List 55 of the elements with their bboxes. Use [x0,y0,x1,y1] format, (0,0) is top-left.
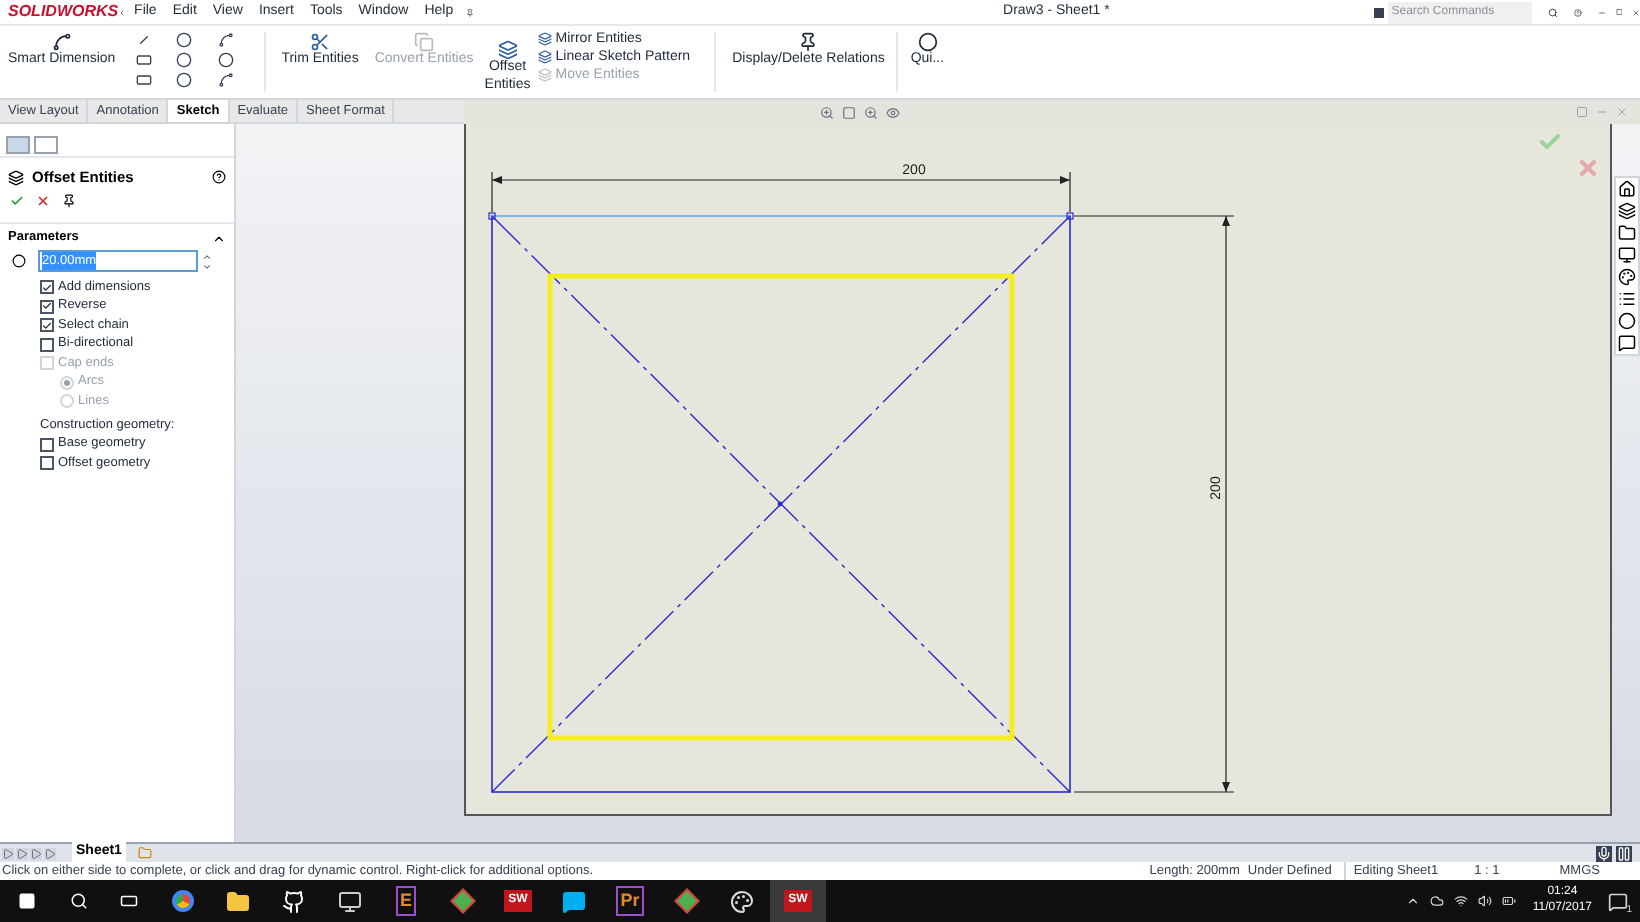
dimension-icon [51,32,72,52]
app-logo: SOLIDWORKS [8,0,119,24]
pause-icon[interactable] [1616,845,1632,861]
folder-icon[interactable] [1618,224,1636,242]
search-icon[interactable] [1547,3,1558,21]
appearance-icon[interactable] [1618,268,1636,286]
copy-icon [414,32,435,52]
wifi-icon[interactable] [1454,894,1469,908]
scissors-icon [310,32,330,52]
zoom-fit-icon[interactable] [842,105,856,119]
volume-icon[interactable] [1478,894,1493,908]
layers-icon [537,50,552,64]
help-icon[interactable] [212,170,226,185]
checkbox[interactable] [40,437,54,451]
notification-icon[interactable] [1608,891,1628,911]
terminal-icon [1373,7,1384,17]
ok-icon[interactable] [10,194,24,209]
sheet-nav-icon[interactable] [16,847,28,859]
caret-icon[interactable] [118,5,127,19]
windows-icon[interactable] [18,892,36,910]
properties-icon[interactable] [1618,290,1636,308]
checkbox[interactable] [40,337,54,352]
forum-icon[interactable] [1618,334,1636,352]
sheet-nav-icon[interactable] [44,847,56,859]
layers-icon [537,68,552,82]
taskbar-app-button[interactable]: Pr [602,880,658,922]
zoom-area-icon[interactable] [864,105,878,119]
close-icon[interactable] [1632,5,1640,19]
record-icon[interactable] [1596,845,1612,861]
zoom-icon[interactable] [820,105,834,119]
battery-icon[interactable] [1502,894,1517,908]
search-icon[interactable] [70,892,88,910]
task-view-icon[interactable] [120,892,138,910]
home-icon[interactable] [1618,180,1636,198]
tile-icon[interactable] [1576,106,1588,118]
spinner-icon[interactable] [202,251,212,271]
property-tab[interactable] [34,136,58,154]
checkbox[interactable] [40,318,54,333]
collapse-icon[interactable] [212,231,226,246]
checkbox[interactable] [40,456,54,470]
cloud-icon[interactable] [1430,894,1445,908]
cancel-icon[interactable] [36,194,50,209]
sketch-point [488,212,496,220]
pin-icon[interactable] [62,194,76,209]
layers-icon [537,32,552,46]
sheet-nav-icon[interactable] [2,847,14,859]
taskbar-app-button[interactable]: E [378,880,434,922]
maximize-icon[interactable] [1615,6,1623,18]
checkbox[interactable] [40,299,54,314]
checkbox[interactable] [40,280,54,295]
sketch-point [1066,212,1074,220]
center-point [777,501,783,507]
sheet-nav-icon[interactable] [30,847,42,859]
view-icon[interactable] [886,105,900,119]
chevron-up-icon[interactable] [1406,894,1421,908]
